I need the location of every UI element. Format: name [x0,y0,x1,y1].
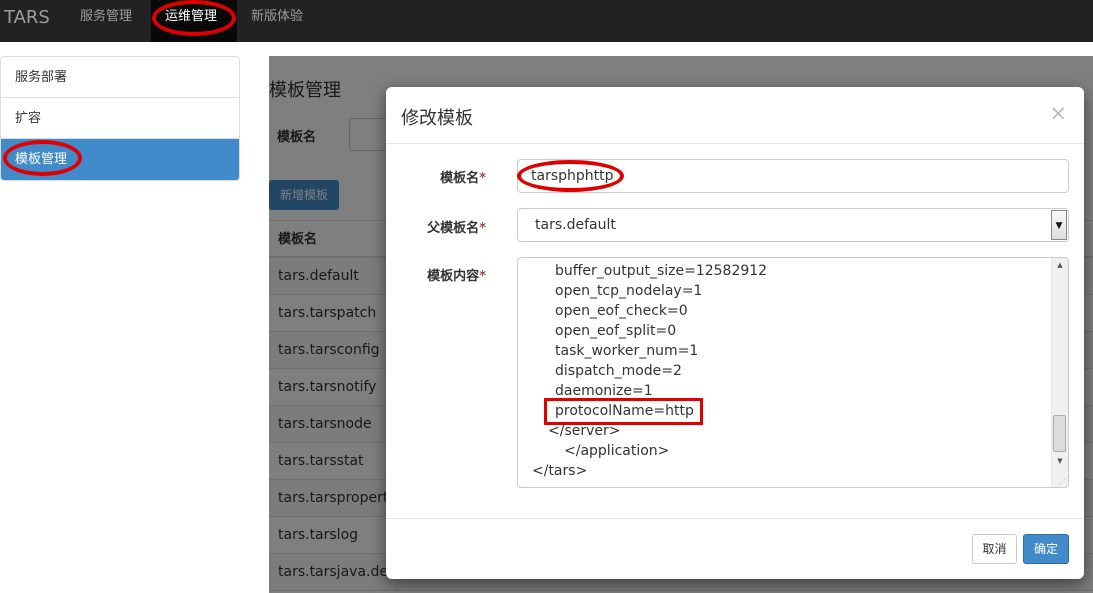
content-scrollbar[interactable]: ▲ ▼ [1051,258,1068,487]
edit-template-modal: 修改模板 × 模板名* tarsphphttp 父模板名* tars.defau… [386,87,1084,579]
scroll-thumb[interactable] [1053,415,1066,452]
annotation-ring-name [517,160,624,192]
annotation-ring-sidebar [3,140,82,176]
parent-template-label: 父模板名* [427,221,486,236]
code-line: buffer_output_size=12582912 [555,263,768,279]
cancel-button[interactable]: 取消 [972,534,1017,564]
code-line: task_worker_num=1 [555,343,699,359]
close-icon[interactable]: × [1049,101,1067,125]
nav-new-version[interactable]: 新版体验 [237,0,317,42]
template-content-textarea[interactable]: buffer_output_size=12582912 open_tcp_node… [517,257,1069,488]
template-content-label: 模板内容* [427,269,486,284]
parent-template-value: tars.default [535,217,616,233]
code-line: </application> [564,443,670,459]
scroll-up-icon[interactable]: ▲ [1052,261,1068,273]
modal-title: 修改模板 [401,108,473,129]
brand-logo[interactable]: TARS [4,7,50,28]
confirm-button[interactable]: 确定 [1023,534,1069,564]
code-line: </tars> [532,463,588,479]
sidebar-item-expand[interactable]: 扩容 [1,98,239,139]
sidebar-item-deploy[interactable]: 服务部署 [1,57,239,98]
resize-grip-icon[interactable]: ⋰ [1058,477,1066,486]
annotation-ring-nav [152,0,236,36]
nav-service-management[interactable]: 服务管理 [66,0,146,42]
annotation-box-protocol [544,398,703,425]
modal-header: 修改模板 × [386,87,1084,144]
code-line: dispatch_mode=2 [555,363,682,379]
code-line: open_eof_split=0 [555,323,677,339]
template-name-label: 模板名* [440,171,486,186]
code-line: open_tcp_nodelay=1 [555,283,703,299]
modal-footer: 取消 确定 [386,518,1084,579]
parent-template-select[interactable]: tars.default ▼ [517,208,1069,242]
code-line: open_eof_check=0 [555,303,688,319]
scroll-down-icon[interactable]: ▼ [1052,457,1068,469]
chevron-down-icon[interactable]: ▼ [1051,210,1067,240]
